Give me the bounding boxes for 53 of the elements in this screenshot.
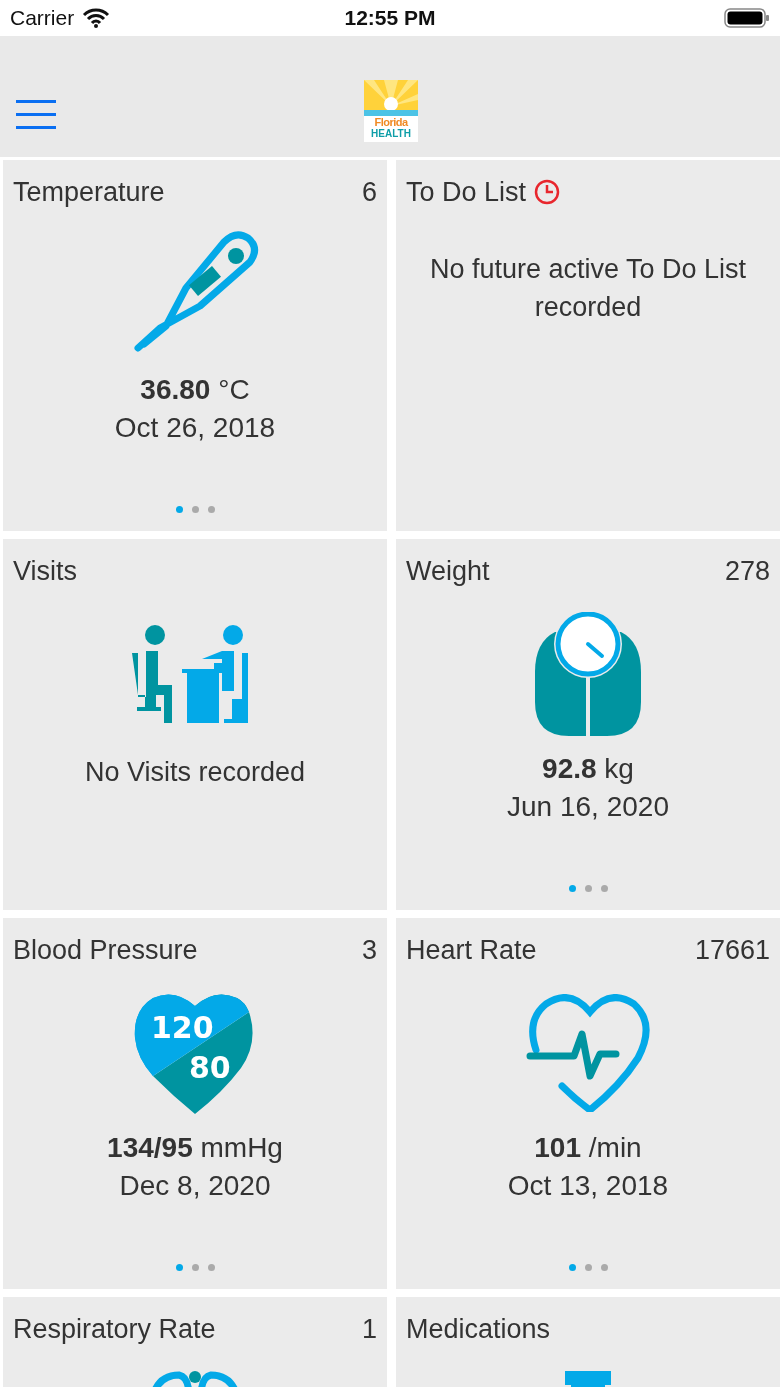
carrier-label: Carrier <box>10 6 75 30</box>
systolic-label: 120 <box>151 1010 214 1045</box>
tile-title: To Do List <box>406 176 527 208</box>
tile-card[interactable]: Medications <box>396 1297 780 1387</box>
page-dot[interactable] <box>175 1264 183 1271</box>
record-count: 3 <box>361 934 377 966</box>
record-count: 1 <box>361 1313 377 1345</box>
scale-icon <box>535 612 641 736</box>
tile-title: Heart Rate <box>406 934 537 966</box>
tile-title: Visits <box>13 555 78 587</box>
clock-icon <box>534 179 561 205</box>
page-dot[interactable] <box>568 1264 576 1271</box>
reading-value: 92.8 kg <box>542 753 634 785</box>
reading-date: Jun 16, 2020 <box>507 791 669 823</box>
wifi-icon <box>82 8 111 28</box>
reading-value: 36.80 °C <box>140 374 250 406</box>
page-dot[interactable] <box>600 1264 608 1271</box>
record-count: 278 <box>724 555 770 587</box>
heart-rate-icon <box>526 994 650 1112</box>
page-dot[interactable] <box>207 506 215 513</box>
reading-date: Oct 13, 2018 <box>507 1170 669 1202</box>
page-dot[interactable] <box>207 1264 215 1271</box>
tile-title: Weight <box>406 555 490 587</box>
page-dot[interactable] <box>568 885 576 892</box>
page-dot[interactable] <box>584 885 592 892</box>
page-dot[interactable] <box>175 506 183 513</box>
florida-health-logo: Florida HEALTH <box>364 80 418 142</box>
tile-card[interactable]: Respiratory Rate 1 <box>3 1297 387 1387</box>
tile-card[interactable]: To Do List No future active To Do List recorded <box>396 160 780 531</box>
tile-title: Temperature <box>13 176 165 208</box>
reading-date: Dec 8, 2020 <box>119 1170 271 1202</box>
empty-message: No future active To Do List recorded <box>428 253 748 324</box>
empty-message: No Visits recorded <box>83 756 307 789</box>
tile-title: Medications <box>406 1313 551 1345</box>
reading-value: 101 /min <box>534 1132 642 1164</box>
battery-icon <box>724 7 770 29</box>
record-count: 17661 <box>694 934 770 966</box>
reading-date: Oct 26, 2018 <box>114 412 276 444</box>
page-dot[interactable] <box>191 1264 199 1271</box>
tile-card[interactable]: Visits No Visits recorded <box>3 539 387 910</box>
tile-card[interactable]: Blood Pressure 3 120 80 134/95 mmHg Dec 8, 2020 <box>3 918 387 1289</box>
page-dot[interactable] <box>600 885 608 892</box>
tile-title: Blood Pressure <box>13 934 198 966</box>
tile-title: Respiratory Rate <box>13 1313 216 1345</box>
page-dot[interactable] <box>584 1264 592 1271</box>
tile-card[interactable]: Heart Rate 17661 101 /min Oct 13, 2018 <box>396 918 780 1289</box>
page-dot[interactable] <box>191 506 199 513</box>
clock-time: 12:55 PM <box>344 6 436 30</box>
record-count: 6 <box>361 176 377 208</box>
diastolic-label: 80 <box>189 1050 231 1085</box>
tile-card[interactable]: Temperature 6 36.80 °C Oct 26, 2018 <box>3 160 387 531</box>
tile-card[interactable]: Weight 278 92.8 kg Jun 16, 2020 <box>396 539 780 910</box>
reading-value: 134/95 mmHg <box>107 1132 283 1164</box>
